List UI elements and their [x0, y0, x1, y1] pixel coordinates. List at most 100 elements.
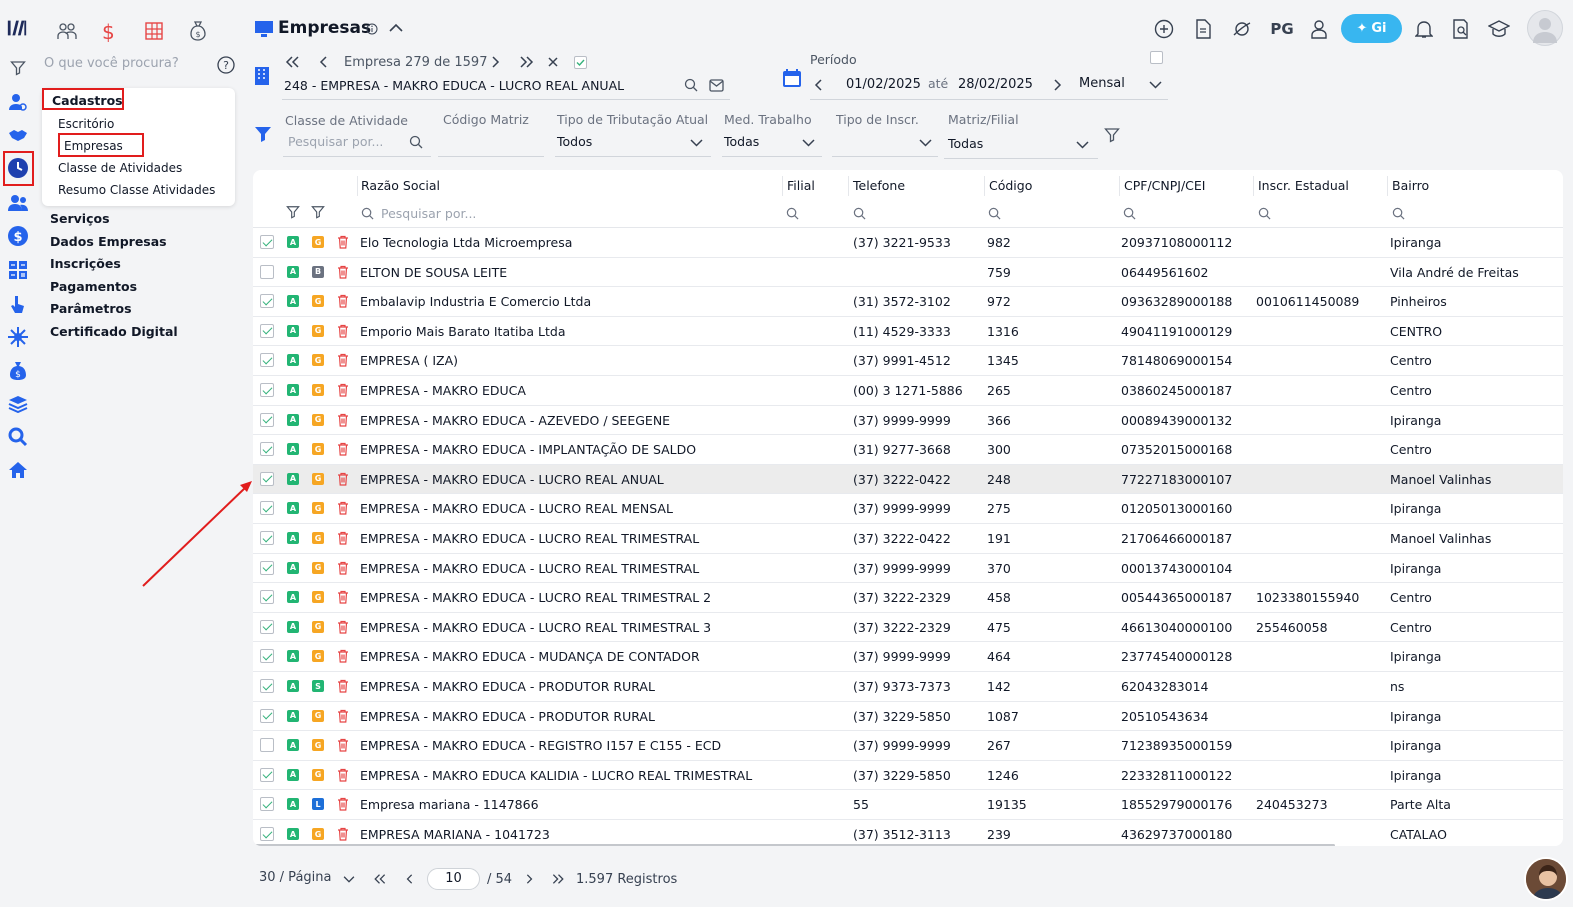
table-row[interactable]: A G EMPRESA - MAKRO EDUCA - LUCRO REAL TRI… — [253, 554, 1563, 584]
col-cnpj[interactable]: CPF/CNPJ/CEI — [1124, 178, 1206, 193]
prev-period-icon[interactable] — [814, 78, 824, 92]
row-checkbox[interactable] — [260, 471, 274, 486]
row-checkbox[interactable] — [260, 619, 274, 634]
support-avatar[interactable] — [1524, 857, 1568, 901]
trash-icon[interactable] — [337, 620, 349, 634]
filter-icon[interactable] — [7, 57, 29, 79]
last-company-icon[interactable] — [519, 55, 535, 69]
search-document-icon[interactable] — [1449, 17, 1473, 41]
cnpj-search-icon[interactable] — [1123, 207, 1136, 220]
bell-icon[interactable] — [1412, 17, 1436, 41]
table-row[interactable]: A G Elo Tecnologia Ltda Microempresa (37) 3… — [253, 228, 1563, 258]
trash-icon[interactable] — [337, 442, 349, 456]
dollar-icon[interactable]: $ — [7, 225, 29, 247]
chevron-down-icon[interactable] — [1076, 140, 1089, 149]
row-checkbox[interactable] — [260, 797, 274, 812]
period-start[interactable]: 01/02/2025 — [846, 77, 921, 92]
trash-icon[interactable] — [337, 768, 349, 782]
col-razao-social[interactable]: Razão Social — [361, 178, 440, 193]
help-icon[interactable]: ? — [217, 56, 235, 74]
mail-icon[interactable] — [709, 79, 724, 92]
gi-assistant-button[interactable]: ✦ Gi — [1341, 14, 1402, 43]
company-checkbox[interactable] — [574, 56, 587, 69]
table-row[interactable]: A G EMPRESA - MAKRO EDUCA - LUCRO REAL TRI… — [253, 524, 1563, 554]
tributacao-select[interactable]: Todos — [557, 134, 592, 149]
coin-bag-icon[interactable]: $ — [190, 21, 206, 41]
search-icon[interactable] — [684, 78, 698, 92]
current-company[interactable]: 248 - EMPRESA - MAKRO EDUCA - LUCRO REAL… — [284, 78, 624, 93]
table-row[interactable]: A G EMPRESA - MAKRO EDUCA - PRODUTOR RURAL… — [253, 702, 1563, 732]
row-checkbox[interactable] — [260, 531, 274, 545]
horizontal-scrollbar[interactable] — [253, 844, 1335, 846]
table-row[interactable]: A G EMPRESA - MAKRO EDUCA - AZEVEDO / SEEG… — [253, 406, 1563, 436]
row-checkbox[interactable] — [260, 264, 274, 279]
table-row[interactable]: A G EMPRESA - MAKRO EDUCA - REGISTRO I157 … — [253, 731, 1563, 761]
row-checkbox[interactable] — [260, 560, 274, 575]
trash-icon[interactable] — [337, 649, 349, 663]
menu-search[interactable]: O que você procura? ? — [44, 56, 240, 76]
info-icon[interactable] — [366, 23, 378, 35]
trash-icon[interactable] — [337, 827, 349, 841]
chevron-down-icon[interactable] — [343, 875, 355, 883]
trash-icon[interactable] — [337, 383, 349, 397]
row-checkbox[interactable] — [260, 294, 274, 309]
ie-search-icon[interactable] — [1258, 207, 1271, 220]
col-telefone[interactable]: Telefone — [853, 178, 905, 193]
table-row[interactable]: A G EMPRESA - MAKRO EDUCA KALIDIA - LUCRO … — [253, 761, 1563, 791]
layers-icon[interactable] — [7, 393, 29, 415]
trash-icon[interactable] — [337, 561, 349, 575]
trash-icon[interactable] — [337, 797, 349, 811]
table-row[interactable]: A G Emporio Mais Barato Itatiba Ltda (11) 4… — [253, 317, 1563, 347]
last-page-icon[interactable] — [551, 873, 566, 885]
chevron-down-icon[interactable] — [690, 138, 703, 147]
home-icon[interactable] — [7, 459, 29, 481]
table-row[interactable]: A G EMPRESA - MAKRO EDUCA - LUCRO REAL ANU… — [253, 464, 1563, 495]
row-checkbox[interactable] — [260, 827, 274, 841]
first-company-icon[interactable] — [284, 55, 300, 69]
row-checkbox[interactable] — [260, 767, 274, 782]
clock-icon[interactable] — [7, 157, 29, 179]
trash-icon[interactable] — [337, 679, 349, 693]
row-checkbox[interactable] — [260, 235, 274, 249]
codigo-matriz-input[interactable] — [438, 156, 544, 157]
codigo-search-icon[interactable] — [988, 207, 1001, 220]
next-page-icon[interactable] — [524, 873, 534, 885]
period-checkbox[interactable] — [1150, 51, 1163, 64]
trash-icon[interactable] — [337, 265, 349, 279]
chevron-down-icon[interactable] — [802, 138, 815, 147]
telefone-search-icon[interactable] — [853, 207, 866, 220]
col-filial[interactable]: Filial — [787, 178, 815, 193]
submenu-item-classe-atividades[interactable]: Classe de Atividades — [58, 161, 182, 175]
chevron-down-icon[interactable] — [1149, 80, 1162, 89]
hand-pointer-icon[interactable] — [7, 293, 29, 315]
table-row[interactable]: A G EMPRESA - MAKRO EDUCA - LUCRO REAL TRI… — [253, 613, 1563, 643]
chevron-up-icon[interactable] — [389, 23, 403, 33]
first-page-icon[interactable] — [372, 873, 387, 885]
finance-dollar-icon[interactable]: $ — [102, 20, 115, 44]
sidebar-item-pagamentos[interactable]: Pagamentos — [50, 279, 137, 294]
trash-icon[interactable] — [337, 501, 349, 515]
trash-icon[interactable] — [337, 294, 349, 308]
row-checkbox[interactable] — [260, 590, 274, 605]
row-checkbox[interactable] — [260, 501, 274, 516]
table-row[interactable]: A S EMPRESA - MAKRO EDUCA - PRODUTOR RURAL… — [253, 672, 1563, 702]
trash-icon[interactable] — [337, 472, 349, 486]
table-row[interactable]: A G EMPRESA - MAKRO EDUCA - LUCRO REAL TRI… — [253, 583, 1563, 613]
col-codigo[interactable]: Código — [989, 178, 1032, 193]
people-group-icon[interactable] — [57, 21, 77, 41]
table-row[interactable]: A G EMPRESA MARIANA - 1041723 (37) 3512-311… — [253, 820, 1563, 846]
calculator-icon[interactable] — [7, 259, 29, 281]
page-input[interactable]: 10 — [427, 868, 480, 890]
sidebar-item-certificado[interactable]: Certificado Digital — [50, 324, 178, 339]
document-icon[interactable] — [1191, 17, 1215, 41]
prev-page-icon[interactable] — [405, 873, 415, 885]
filial-search-icon[interactable] — [786, 207, 799, 220]
money-bag-icon[interactable]: $ — [7, 360, 29, 382]
matriz-filial-select[interactable]: Todas — [948, 136, 983, 151]
pg-button[interactable]: PG — [1268, 17, 1296, 41]
filter-outline-icon[interactable] — [1104, 127, 1120, 143]
table-row[interactable]: A G Embalavip Industria E Comercio Ltda (31… — [253, 287, 1563, 317]
trash-icon[interactable] — [337, 709, 349, 723]
trash-icon[interactable] — [337, 590, 349, 604]
row-filter-icon[interactable] — [286, 205, 300, 219]
